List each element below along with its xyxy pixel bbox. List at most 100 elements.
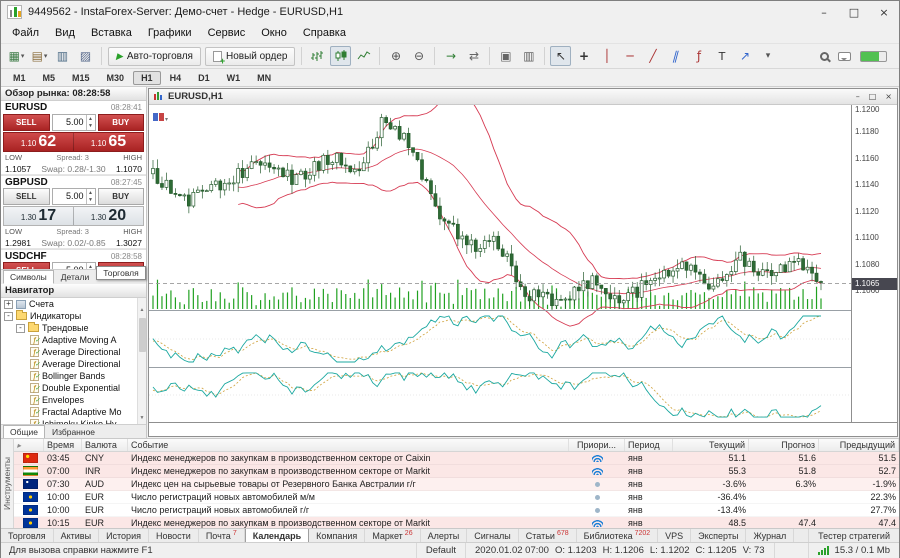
- window-minimize-button[interactable]: –: [809, 1, 839, 23]
- tf-button-h1[interactable]: H1: [133, 71, 161, 85]
- auto-scroll-button[interactable]: [440, 46, 461, 66]
- toolbox-tab-codebase[interactable]: Библиотека7202: [577, 529, 659, 542]
- tab-symbols[interactable]: Символы: [3, 270, 54, 284]
- candlestick-chart-button[interactable]: [330, 46, 351, 66]
- calendar-row[interactable]: 10:00 EUR Число регистраций новых автомо…: [14, 491, 899, 504]
- col-previous[interactable]: Предыдущий: [819, 439, 899, 451]
- menu-insert[interactable]: Вставка: [83, 25, 140, 41]
- calendar-row[interactable]: 10:15 EUR Индекс менеджеров по закупкам …: [14, 517, 899, 528]
- sell-button[interactable]: SELL: [3, 188, 50, 205]
- chart-shift-button[interactable]: [463, 46, 484, 66]
- col-currency[interactable]: Валюта: [82, 439, 128, 451]
- cascade-windows-button[interactable]: [518, 46, 539, 66]
- text-button[interactable]: [711, 46, 732, 66]
- col-period[interactable]: Период: [625, 439, 673, 451]
- menu-view[interactable]: Вид: [47, 25, 83, 41]
- bid-price[interactable]: 1.1062: [4, 133, 73, 151]
- toolbox-tab-signals[interactable]: Сигналы: [467, 529, 519, 542]
- toolbox-tab-mail[interactable]: Почта7: [199, 529, 245, 542]
- tree-item-indicator[interactable]: Average Directional: [1, 358, 146, 370]
- toolbox-tab-company[interactable]: Компания: [309, 529, 365, 542]
- window-maximize-button[interactable]: □: [839, 1, 869, 23]
- tf-button-h4[interactable]: H4: [162, 71, 190, 85]
- expander-icon[interactable]: [4, 312, 13, 321]
- tree-item-accounts[interactable]: Счета: [1, 298, 146, 310]
- chart-plot[interactable]: [149, 105, 851, 422]
- calendar-row[interactable]: 07:30 AUD Индекс цен на сырьевые товары …: [14, 478, 899, 491]
- col-current[interactable]: Текущий: [673, 439, 749, 451]
- buy-button[interactable]: BUY: [98, 188, 145, 205]
- search-icon[interactable]: [820, 52, 829, 61]
- spin-down-icon[interactable]: [87, 197, 95, 205]
- menu-tools[interactable]: Сервис: [200, 25, 254, 41]
- scroll-down-icon[interactable]: [140, 406, 145, 424]
- toolbox-tab-alerts[interactable]: Алерты: [421, 529, 468, 542]
- data-window-button[interactable]: [75, 46, 96, 66]
- ask-price[interactable]: 1.3020: [73, 207, 143, 225]
- scroll-up-icon[interactable]: [140, 298, 145, 316]
- line-chart-button[interactable]: [353, 46, 374, 66]
- chat-icon[interactable]: [838, 52, 851, 61]
- toolbox-tab-vps[interactable]: VPS: [658, 529, 691, 542]
- calendar-sort-icon[interactable]: [17, 440, 21, 450]
- chart-close-button[interactable]: ×: [885, 92, 892, 101]
- buy-button[interactable]: BUY: [98, 114, 145, 131]
- channel-button[interactable]: [665, 46, 686, 66]
- ask-price[interactable]: 1.1065: [73, 133, 143, 151]
- toolbox-tab-experts[interactable]: Эксперты: [691, 529, 746, 542]
- symbol-name[interactable]: GBPUSD: [5, 177, 48, 188]
- toolbox-tab-market[interactable]: Маркет26: [365, 529, 420, 542]
- tree-item-indicator[interactable]: Double Exponential: [1, 382, 146, 394]
- fibonacci-button[interactable]: [688, 46, 709, 66]
- tree-item-indicators[interactable]: Индикаторы: [1, 310, 146, 322]
- zoom-out-button[interactable]: [408, 46, 429, 66]
- depth-of-market-button[interactable]: [52, 46, 73, 66]
- tf-button-d1[interactable]: D1: [190, 71, 218, 85]
- chart-minimize-button[interactable]: –: [856, 92, 860, 101]
- spin-up-icon[interactable]: [87, 189, 95, 197]
- expander-icon[interactable]: [4, 300, 13, 309]
- vertical-line-button[interactable]: [596, 46, 617, 66]
- symbol-name[interactable]: USDCHF: [5, 251, 47, 262]
- tf-button-m30[interactable]: M30: [99, 71, 133, 85]
- toolbox-tab-history[interactable]: История: [99, 529, 149, 542]
- tf-button-m1[interactable]: M1: [5, 71, 34, 85]
- col-time[interactable]: Время: [44, 439, 82, 451]
- one-click-trading-widget[interactable]: [153, 108, 168, 126]
- strategy-tester-tab[interactable]: Тестер стратегий: [808, 529, 899, 542]
- tree-item-indicator[interactable]: Ichimoku Kinko Hy: [1, 418, 146, 424]
- price-axis[interactable]: 1.1065 1.12001.11801.11601.11401.11201.1…: [851, 105, 897, 422]
- symbol-name[interactable]: EURUSD: [5, 102, 47, 113]
- toolbox-tab-assets[interactable]: Активы: [54, 529, 99, 542]
- volume-stepper[interactable]: 5.00: [52, 262, 96, 269]
- calendar-row[interactable]: 10:00 EUR Число регистраций новых автомо…: [14, 504, 899, 517]
- col-priority[interactable]: Приори...: [569, 439, 625, 451]
- profiles-button[interactable]: [29, 46, 50, 66]
- menu-window[interactable]: Окно: [253, 25, 295, 41]
- horizontal-line-button[interactable]: [619, 46, 640, 66]
- time-axis[interactable]: [149, 422, 897, 435]
- auto-trading-button[interactable]: Авто-торговля: [108, 47, 201, 66]
- tf-button-mn[interactable]: MN: [249, 71, 279, 85]
- spin-up-icon[interactable]: [87, 263, 95, 269]
- tree-item-indicator[interactable]: Bollinger Bands: [1, 370, 146, 382]
- scroll-thumb[interactable]: [139, 318, 146, 352]
- chart-canvas[interactable]: 1.1065 1.12001.11801.11601.11401.11201.1…: [149, 105, 897, 436]
- zoom-in-button[interactable]: [385, 46, 406, 66]
- new-chart-button[interactable]: [6, 46, 27, 66]
- tab-favorites[interactable]: Избранное: [45, 425, 102, 439]
- bid-price[interactable]: 1.3017: [4, 207, 73, 225]
- toolbox-tab-journal[interactable]: Журнал: [746, 529, 794, 542]
- tile-windows-button[interactable]: [495, 46, 516, 66]
- cursor-button[interactable]: [550, 46, 571, 66]
- calendar-row[interactable]: 07:00 INR Индекс менеджеров по закупкам …: [14, 465, 899, 478]
- tf-button-m5[interactable]: M5: [35, 71, 64, 85]
- bar-chart-button[interactable]: [307, 46, 328, 66]
- tf-button-w1[interactable]: W1: [219, 71, 249, 85]
- status-profile[interactable]: Default: [416, 543, 465, 558]
- toolbox-tab-calendar[interactable]: Календарь: [245, 529, 309, 542]
- spin-down-icon[interactable]: [87, 123, 95, 131]
- tf-button-m15[interactable]: M15: [64, 71, 98, 85]
- chart-restore-button[interactable]: □: [869, 92, 877, 101]
- toolbox-tab-news[interactable]: Новости: [149, 529, 199, 542]
